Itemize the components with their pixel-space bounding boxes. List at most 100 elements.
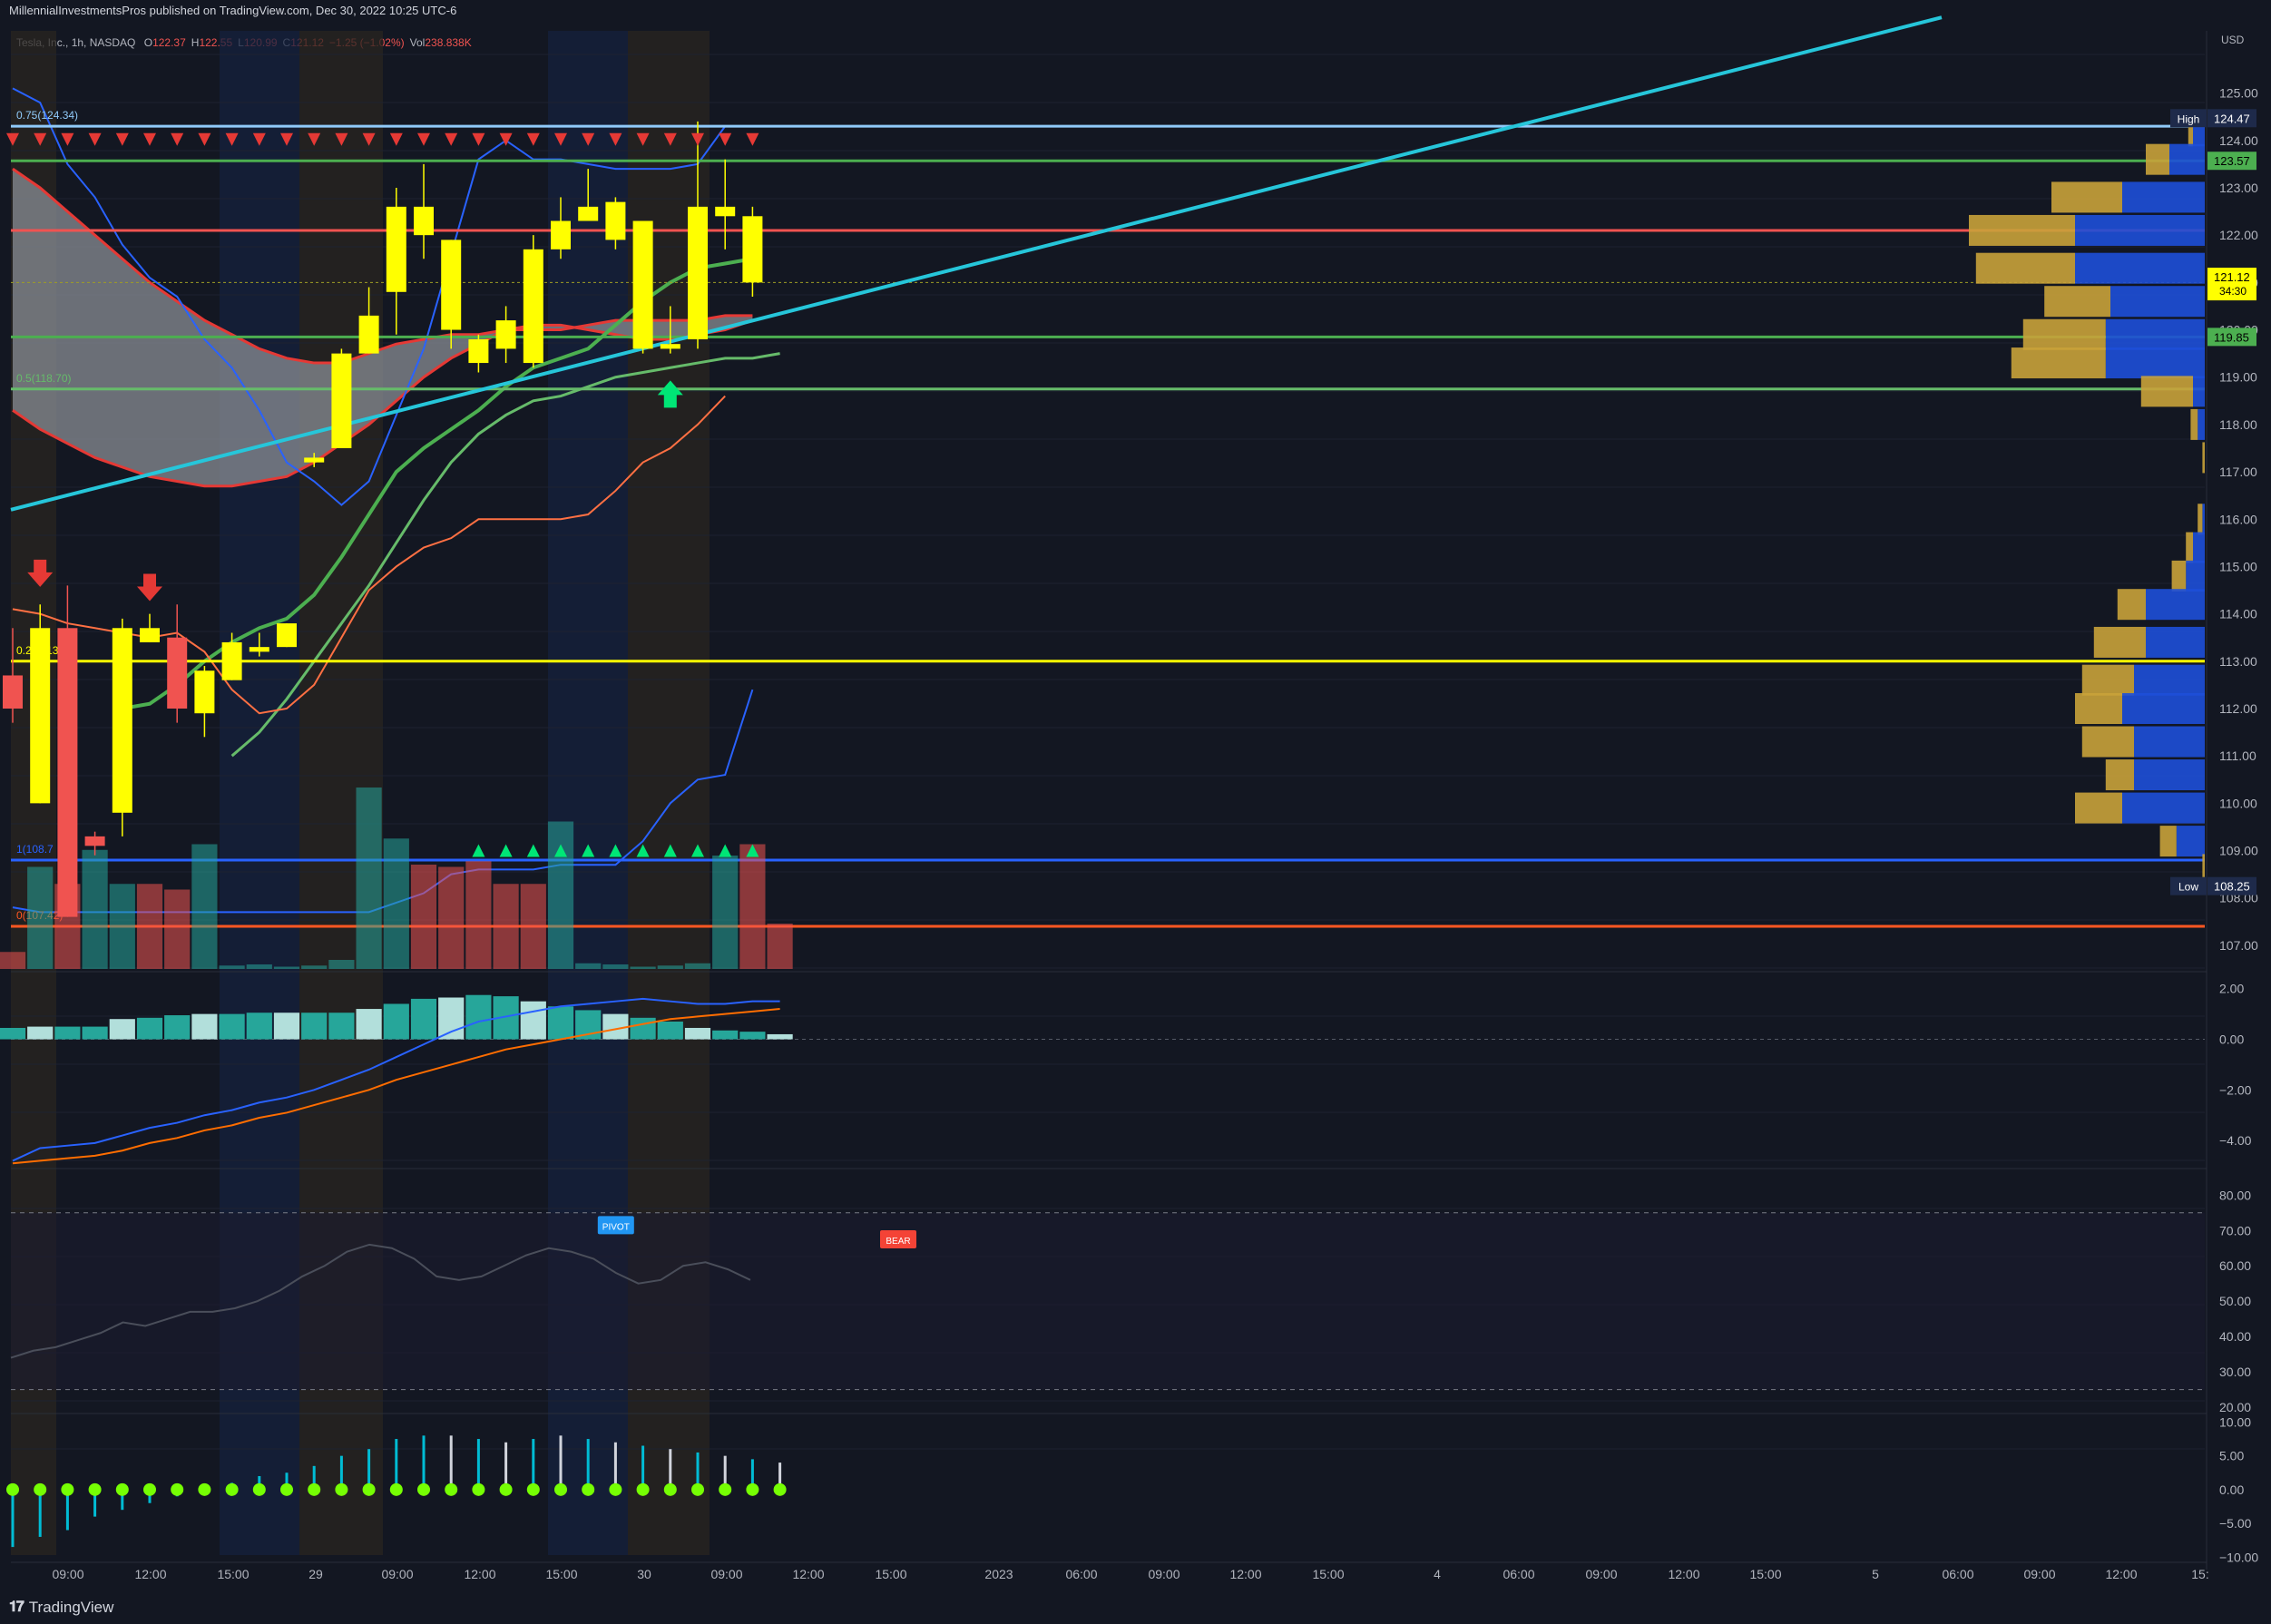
price-tag-label: High bbox=[2178, 113, 2200, 125]
buy-triangle-marker bbox=[472, 844, 485, 857]
time-tick-label: 06:00 bbox=[1065, 1567, 1097, 1581]
macd-histogram-bar bbox=[547, 1006, 574, 1040]
time-tick-label: 29 bbox=[308, 1567, 323, 1581]
macd-histogram-bar bbox=[27, 1026, 54, 1040]
price-tick-label: 116.00 bbox=[2219, 512, 2257, 526]
price-tick-label: 115.00 bbox=[2219, 559, 2257, 573]
volume-bar bbox=[657, 965, 683, 969]
macd-histogram-bar bbox=[356, 1009, 382, 1040]
price-tick-label: 123.00 bbox=[2219, 181, 2258, 195]
price-tag-value: 121.12 bbox=[2214, 270, 2250, 284]
squeeze-dot bbox=[171, 1482, 184, 1496]
volume-bar bbox=[630, 966, 656, 969]
volume-bar bbox=[191, 844, 218, 969]
volume-bar bbox=[520, 884, 546, 969]
price-tick-label: 114.00 bbox=[2219, 607, 2257, 621]
macd-tick-label: −2.00 bbox=[2219, 1082, 2252, 1097]
macd-histogram-bar bbox=[54, 1026, 81, 1040]
time-tick-label: 12:00 bbox=[464, 1567, 495, 1581]
macd-histogram-bar bbox=[219, 1013, 245, 1040]
candle-body bbox=[495, 320, 516, 349]
squeeze-dot bbox=[582, 1482, 595, 1496]
sell-triangle-marker bbox=[746, 132, 759, 146]
volume-bar bbox=[465, 861, 492, 969]
volume-profile-buy bbox=[2169, 143, 2205, 175]
squeeze-dot bbox=[691, 1482, 704, 1496]
volume-profile-sell bbox=[2081, 726, 2134, 758]
price-tick-label: 110.00 bbox=[2219, 796, 2257, 810]
candle-body bbox=[386, 206, 406, 292]
rsi-signal-label: BEAR bbox=[886, 1237, 910, 1247]
volume-bar bbox=[547, 821, 574, 969]
volume-profile-sell bbox=[2011, 347, 2106, 379]
volume-bar bbox=[383, 838, 409, 969]
volume-profile-sell bbox=[2198, 504, 2203, 535]
volume-bar bbox=[493, 884, 519, 969]
macd-histogram-bar bbox=[301, 1013, 328, 1040]
volume-profile-buy bbox=[2122, 692, 2205, 724]
macd-histogram-bar bbox=[328, 1013, 355, 1040]
volume-profile-buy bbox=[2134, 664, 2205, 696]
time-tick-label: 5 bbox=[1872, 1567, 1879, 1581]
volume-bar bbox=[164, 889, 191, 969]
time-tick-label: 12:00 bbox=[1229, 1567, 1261, 1581]
volume-profile-buy bbox=[2122, 181, 2205, 213]
macd-histogram-bar bbox=[684, 1027, 711, 1040]
sell-triangle-marker bbox=[445, 132, 458, 146]
sell-triangle-marker bbox=[88, 132, 102, 146]
volume-profile-buy bbox=[2202, 504, 2205, 535]
volume-profile-buy bbox=[2134, 759, 2205, 791]
volume-profile-sell bbox=[2171, 560, 2187, 592]
price-tag-countdown: 34:30 bbox=[2219, 285, 2247, 298]
volume-profile-sell bbox=[1969, 214, 2075, 246]
volume-profile-sell bbox=[1975, 252, 2075, 284]
squeeze-dot bbox=[34, 1482, 47, 1496]
candle-body bbox=[742, 216, 763, 283]
rsi-tick-label: 70.00 bbox=[2219, 1223, 2251, 1238]
macd-histogram-bar bbox=[630, 1017, 656, 1040]
volume-profile-buy bbox=[2122, 792, 2205, 824]
rsi-signal-label: PIVOT bbox=[602, 1222, 630, 1232]
volume-profile-buy bbox=[2105, 318, 2205, 350]
price-tick-label: 117.00 bbox=[2219, 465, 2257, 479]
sell-triangle-marker bbox=[198, 132, 211, 146]
squeeze-dot bbox=[746, 1482, 759, 1496]
volume-profile-buy bbox=[2075, 214, 2205, 246]
volume-bar bbox=[219, 965, 245, 969]
macd-histogram-bar bbox=[136, 1017, 163, 1040]
volume-profile-sell bbox=[2044, 286, 2110, 318]
volume-bar bbox=[438, 866, 465, 969]
time-tick-label: 30 bbox=[637, 1567, 651, 1581]
candle-body bbox=[578, 206, 599, 221]
rsi-band-fill bbox=[11, 1212, 2205, 1390]
macd-histogram-bar bbox=[410, 998, 437, 1040]
squeeze-dot bbox=[719, 1482, 732, 1496]
candle-body bbox=[331, 353, 352, 448]
sell-triangle-marker bbox=[171, 132, 184, 146]
squeeze-dot bbox=[417, 1482, 430, 1496]
macd-tick-label: 0.00 bbox=[2219, 1032, 2244, 1047]
level-label: 0.75(124.34) bbox=[16, 109, 78, 122]
volume-bar bbox=[27, 866, 54, 969]
volume-profile-sell bbox=[2022, 318, 2106, 350]
time-tick-label: 15:00 bbox=[545, 1567, 577, 1581]
chart-canvas[interactable]: 0.75(124.34)0.5(118.70)0.25(113.01(108.7… bbox=[0, 0, 2271, 1624]
sell-triangle-marker bbox=[526, 132, 540, 146]
squeeze-dot bbox=[663, 1482, 677, 1496]
price-tag-value: 108.25 bbox=[2214, 880, 2250, 894]
brand-label: TradingView bbox=[28, 1599, 114, 1616]
volume-profile-sell bbox=[2093, 626, 2146, 658]
volume-profile-sell bbox=[2202, 442, 2205, 474]
momentum-tick-label: 10.00 bbox=[2219, 1414, 2251, 1429]
squeeze-dot bbox=[636, 1482, 650, 1496]
volume-bar bbox=[328, 960, 355, 969]
candle-body bbox=[140, 628, 160, 642]
macd-histogram-bar bbox=[109, 1019, 135, 1040]
sell-triangle-marker bbox=[389, 132, 403, 146]
candle-body bbox=[112, 628, 132, 813]
momentum-tick-label: −10.00 bbox=[2219, 1550, 2258, 1564]
time-tick-label: 09:00 bbox=[2023, 1567, 2055, 1581]
squeeze-dot bbox=[335, 1482, 348, 1496]
rsi-tick-label: 60.00 bbox=[2219, 1258, 2251, 1273]
macd-histogram-bar bbox=[82, 1026, 108, 1040]
